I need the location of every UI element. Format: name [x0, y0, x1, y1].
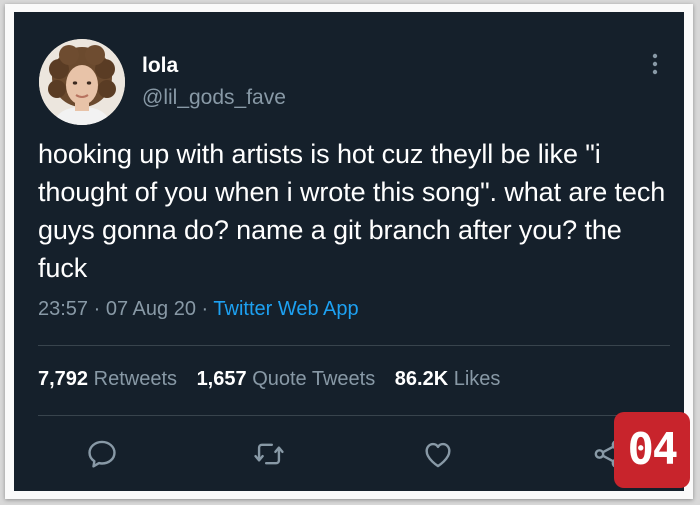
screenshot-frame: lola @lil_gods_fave hooking up with arti…: [5, 4, 693, 499]
tweet-time[interactable]: 23:57: [38, 298, 88, 320]
avatar-image: [39, 39, 125, 125]
likes-stat[interactable]: 86.2K Likes: [395, 368, 501, 390]
retweet-icon[interactable]: [252, 437, 286, 471]
divider: [38, 345, 670, 346]
quote-tweets-stat[interactable]: 1,657 Quote Tweets: [197, 368, 376, 390]
display-name[interactable]: lola: [142, 54, 178, 78]
like-icon[interactable]: [421, 437, 455, 471]
user-handle[interactable]: @lil_gods_fave: [142, 86, 286, 110]
engagement-stats: 7,792 Retweets 1,657 Quote Tweets 86.2K …: [38, 368, 514, 391]
tweet-text: hooking up with artists is hot cuz theyl…: [38, 139, 673, 283]
retweets-label: Retweets: [93, 368, 177, 390]
tweet-metadata: 23:57 · 07 Aug 20 · Twitter Web App: [38, 298, 359, 321]
tweet-card: lola @lil_gods_fave hooking up with arti…: [14, 12, 684, 491]
quote-tweets-count: 1,657: [196, 368, 247, 390]
meta-separator: ·: [201, 298, 209, 320]
likes-count: 86.2K: [394, 368, 449, 390]
likes-label: Likes: [453, 368, 501, 390]
reply-icon[interactable]: [85, 437, 119, 471]
quote-tweets-label: Quote Tweets: [252, 368, 376, 390]
tweet-source-link[interactable]: Twitter Web App: [213, 298, 358, 320]
divider: [38, 415, 670, 416]
retweets-stat[interactable]: 7,792 Retweets: [38, 368, 177, 390]
meta-separator: ·: [93, 298, 101, 320]
more-options-icon[interactable]: [650, 52, 660, 76]
tweet-date[interactable]: 07 Aug 20: [106, 298, 196, 320]
avatar[interactable]: [39, 39, 125, 125]
number-badge: 04: [614, 412, 690, 488]
retweets-count: 7,792: [38, 368, 89, 390]
